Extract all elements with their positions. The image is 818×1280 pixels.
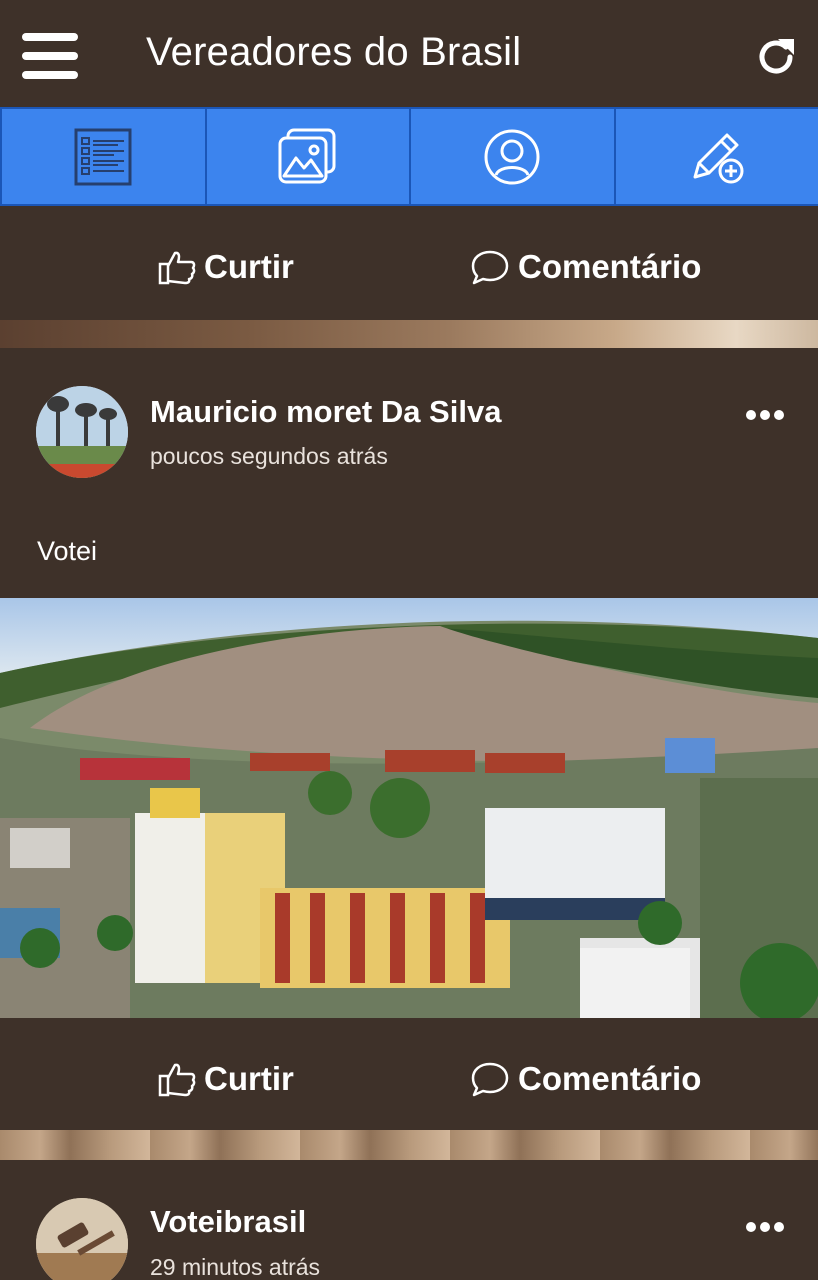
profile-icon: [484, 129, 540, 184]
post-image[interactable]: [0, 598, 818, 1018]
thumbs-up-icon: [158, 251, 196, 285]
more-options-icon[interactable]: [746, 410, 784, 422]
comment-label: Comentário: [518, 1060, 702, 1097]
feed-list-icon: [74, 128, 132, 185]
app-root: Vereadores do Brasil Curtir Comentário M…: [0, 0, 818, 1280]
app-title: Vereadores do Brasil: [146, 30, 522, 74]
post-author[interactable]: Mauricio moret Da Silva: [150, 394, 501, 430]
post-actions: Curtir Comentário: [0, 1018, 818, 1130]
like-label: Curtir: [204, 1060, 294, 1097]
like-button[interactable]: Curtir: [158, 1060, 294, 1098]
post-timestamp: poucos segundos atrás: [150, 443, 388, 469]
like-button[interactable]: Curtir: [158, 248, 294, 286]
background-strip: [0, 1130, 818, 1160]
thumbs-up-icon: [158, 1063, 196, 1097]
tab-edit[interactable]: [616, 109, 818, 204]
post-card: Voteibrasil 29 minutos atrás: [0, 1160, 818, 1280]
background-strip: [0, 320, 818, 348]
tab-feed[interactable]: [0, 109, 207, 204]
post-text: Votei: [37, 536, 98, 566]
post-author[interactable]: Voteibrasil: [150, 1204, 306, 1240]
comment-button[interactable]: Comentário: [470, 1060, 701, 1098]
tab-bar: [0, 107, 818, 206]
prev-post-actions: Curtir Comentário: [0, 208, 818, 320]
hamburger-menu-icon[interactable]: [22, 33, 78, 81]
gallery-icon: [278, 128, 336, 183]
more-options-icon[interactable]: [746, 1222, 784, 1234]
avatar[interactable]: [36, 1198, 128, 1280]
post-card: Mauricio moret Da Silva poucos segundos …: [0, 348, 818, 598]
tab-gallery[interactable]: [207, 109, 411, 204]
post-timestamp: 29 minutos atrás: [150, 1254, 321, 1280]
edit-add-icon: [693, 133, 744, 183]
refresh-icon[interactable]: [752, 33, 800, 81]
comment-bubble-icon: [471, 250, 509, 285]
like-label: Curtir: [204, 248, 294, 285]
tab-profile[interactable]: [411, 109, 616, 204]
comment-button[interactable]: Comentário: [470, 248, 701, 286]
app-header: Vereadores do Brasil: [0, 0, 818, 107]
avatar[interactable]: [36, 386, 128, 478]
comment-label: Comentário: [518, 248, 702, 285]
comment-bubble-icon: [471, 1062, 509, 1097]
